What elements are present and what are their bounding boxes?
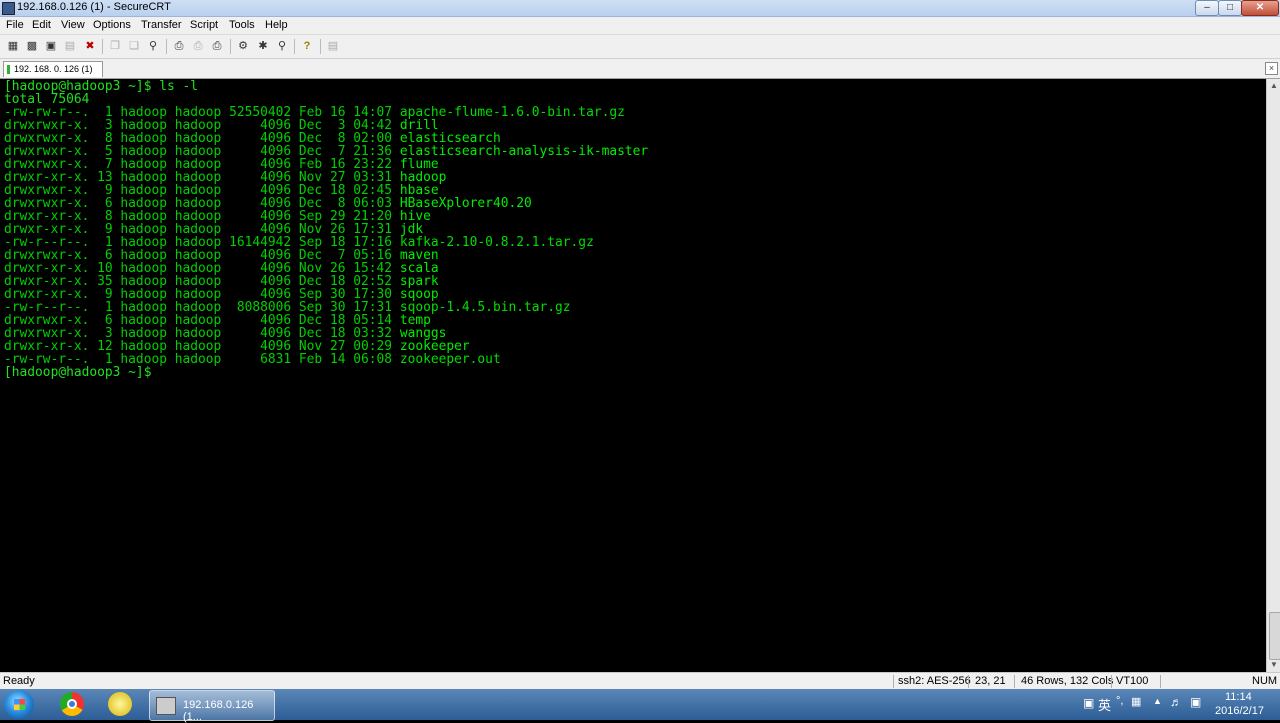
status-ready: Ready	[3, 675, 35, 687]
menu-view[interactable]: View	[61, 19, 85, 31]
status-cursor-position: 23, 21	[975, 675, 1006, 687]
status-separator	[1014, 675, 1015, 688]
chrome-icon[interactable]	[60, 692, 84, 716]
find-icon[interactable]: ⚲	[146, 39, 160, 53]
scroll-thumb[interactable]	[1269, 612, 1280, 660]
help-icon[interactable]: ?	[300, 39, 314, 53]
print-selection-icon[interactable]: ⎙	[191, 39, 205, 53]
status-bar: Ready ssh2: AES-256 23, 21 46 Rows, 132 …	[0, 672, 1280, 690]
network-icon[interactable]: ▣	[1190, 695, 1201, 709]
disconnect-icon[interactable]: ✖	[83, 39, 97, 53]
ime-settings-icon[interactable]: ▦	[1131, 695, 1141, 708]
print-icon[interactable]: ⎙	[172, 39, 186, 53]
menu-edit[interactable]: Edit	[32, 19, 51, 31]
paste-icon[interactable]: ❏	[127, 39, 141, 53]
reconnect-icon[interactable]: ▤	[63, 39, 77, 53]
menu-transfer[interactable]: Transfer	[141, 19, 182, 31]
status-emulation: VT100	[1116, 675, 1149, 687]
menu-options[interactable]: Options	[93, 19, 131, 31]
connect-tab-icon[interactable]: ▣	[44, 39, 58, 53]
taskbar-button-label: 192.168.0.126 (1...	[183, 699, 254, 723]
windows-taskbar: 192.168.0.126 (1... ▣ 英 °, ▦ ▲ ♬ ▣ 11:14…	[0, 689, 1280, 723]
status-separator	[968, 675, 969, 688]
copy-icon[interactable]: ❐	[108, 39, 122, 53]
volume-icon[interactable]: ♬	[1170, 695, 1182, 709]
toolbar-separator	[294, 39, 295, 54]
close-tab-icon[interactable]: ×	[1265, 62, 1278, 75]
ime-punctuation-icon[interactable]: °,	[1116, 695, 1123, 707]
session-tab-strip: 192. 168. 0. 126 (1) ×	[0, 59, 1280, 79]
close-button[interactable]: ✕	[1241, 0, 1279, 16]
menu-help[interactable]: Help	[265, 19, 288, 31]
status-terminal-size: 46 Rows, 132 Cols	[1021, 675, 1114, 687]
global-options-icon[interactable]: ✱	[256, 39, 270, 53]
printer-setup-icon[interactable]: ⎙	[210, 39, 224, 53]
show-hidden-icons-icon[interactable]: ▲	[1153, 696, 1162, 706]
session-options-icon[interactable]: ⚙	[236, 39, 250, 53]
status-separator	[893, 675, 894, 688]
scroll-up-icon[interactable]: ▲	[1268, 80, 1280, 92]
clock-date[interactable]: 2016/2/17	[1215, 705, 1264, 717]
toolbar: ▦ ▩ ▣ ▤ ✖ ❐ ❏ ⚲ ⎙ ⎙ ⎙ ⚙ ✱ ⚲ ? ▤	[0, 35, 1280, 59]
menu-file[interactable]: File	[6, 19, 24, 31]
scroll-down-icon[interactable]: ▼	[1268, 659, 1280, 671]
quick-connect-icon[interactable]: ▩	[25, 39, 39, 53]
toolbar-separator	[166, 39, 167, 54]
shell-prompt: [hadoop@hadoop3 ~]$	[4, 365, 152, 380]
toolbar-separator	[320, 39, 321, 54]
clock-time[interactable]: 11:14	[1225, 691, 1252, 703]
menu-tools[interactable]: Tools	[229, 19, 255, 31]
menu-bar: File Edit View Options Transfer Script T…	[0, 17, 1280, 35]
maximize-button[interactable]: □	[1218, 0, 1242, 16]
windows-logo-icon	[14, 699, 25, 710]
connect-icon[interactable]: ▦	[6, 39, 20, 53]
ime-icon[interactable]: ▣	[1083, 696, 1094, 710]
minimize-button[interactable]: –	[1195, 0, 1219, 16]
securecrt-icon	[156, 697, 176, 715]
ime-language[interactable]: 英	[1098, 695, 1111, 714]
window-icon[interactable]: ▤	[326, 39, 340, 53]
pinned-app-icon[interactable]	[108, 692, 132, 716]
toolbar-separator	[102, 39, 103, 54]
terminal-scrollbar[interactable]: ▲ ▼	[1266, 79, 1280, 672]
status-num-lock: NUM	[1252, 675, 1278, 687]
session-tab-label: 192. 168. 0. 126 (1)	[14, 64, 93, 74]
title-bar: 192.168.0.126 (1) - SecureCRT – □ ✕	[0, 0, 1280, 17]
ls-entry-file-name: zookeeper.out	[399, 352, 501, 367]
status-separator	[1160, 675, 1161, 688]
terminal-output[interactable]: [hadoop@hadoop3 ~]$ ls -l total 75064 -r…	[0, 79, 1266, 672]
window-title: 192.168.0.126 (1) - SecureCRT	[17, 1, 171, 13]
status-cipher: ssh2: AES-256	[898, 675, 971, 687]
start-button[interactable]	[4, 690, 34, 719]
chrome-center	[67, 699, 77, 709]
toolbar-separator	[230, 39, 231, 54]
session-tab[interactable]: 192. 168. 0. 126 (1)	[3, 61, 103, 77]
securecrt-taskbar-button[interactable]: 192.168.0.126 (1...	[149, 690, 275, 723]
keymap-icon[interactable]: ⚲	[275, 39, 289, 53]
menu-script[interactable]: Script	[190, 19, 218, 31]
securecrt-app-icon[interactable]	[2, 2, 15, 15]
connected-status-indicator	[7, 65, 10, 74]
status-separator	[1111, 675, 1112, 688]
